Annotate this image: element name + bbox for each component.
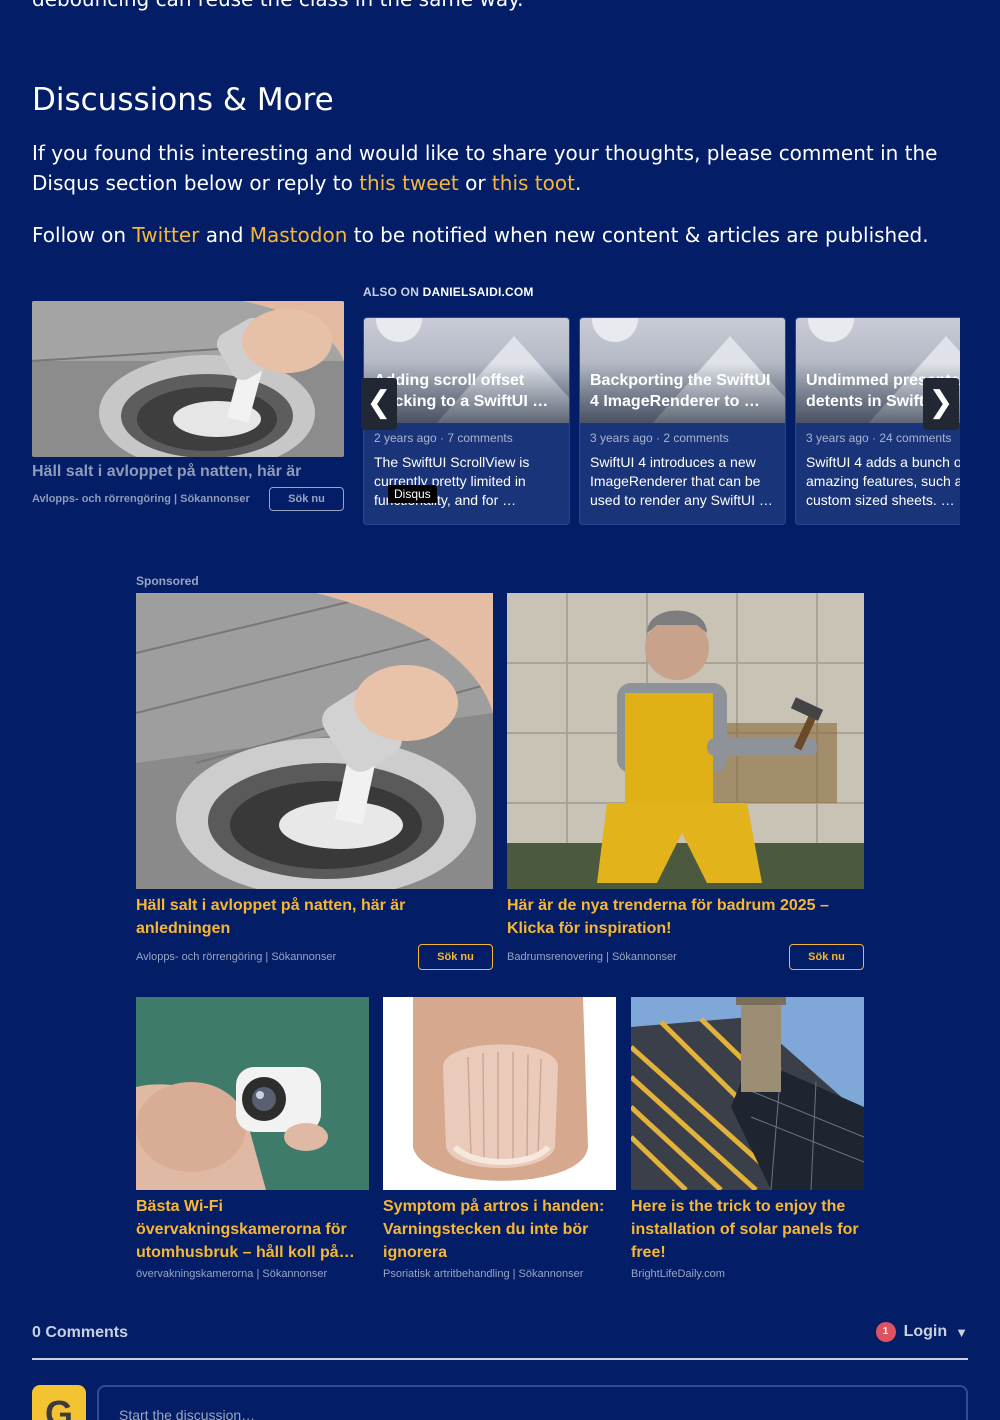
ad-source: Avlopps- och rörrengöring | Sökannonser: [32, 493, 250, 505]
login-menu[interactable]: 1 Login ▼: [875, 1322, 968, 1342]
toot-link[interactable]: this toot: [492, 171, 575, 195]
ad-image-drain-salt[interactable]: [32, 301, 344, 457]
paragraph-text: or: [458, 171, 492, 195]
comments-count: 0 Comments: [32, 1324, 129, 1341]
card-title[interactable]: Backporting the SwiftUI 4 ImageRenderer …: [590, 370, 777, 412]
comment-invite-paragraph: If you found this interesting and would …: [32, 138, 972, 198]
card-meta: 3 years ago · 2 comments: [590, 431, 729, 445]
card-description: SwiftUI 4 introduces a new ImageRenderer…: [590, 454, 773, 508]
sponsored-ad[interactable]: Symptom på artros i handen: Varningsteck…: [383, 997, 616, 1280]
ad-title[interactable]: Här är de nya trenderna för badrum 2025 …: [507, 894, 864, 940]
security-camera-illustration: [136, 997, 369, 1190]
card-title[interactable]: Adding scroll offset tracking to a Swift…: [374, 370, 561, 412]
ad-image-fingernail[interactable]: [383, 997, 616, 1190]
paragraph-text: .: [574, 171, 582, 195]
search-now-button[interactable]: Sök nu: [418, 944, 493, 970]
carousel-prev-button[interactable]: ❮: [361, 378, 397, 430]
section-title: Discussions & More: [32, 82, 334, 118]
mastodon-link[interactable]: Mastodon: [250, 223, 348, 247]
also-on-label: ALSO ON DANIELSAIDI.COM: [363, 285, 534, 299]
disqus-tooltip: Disqus: [388, 485, 437, 503]
notification-badge[interactable]: 1: [875, 1322, 896, 1342]
follow-paragraph: Follow on Twitter and Mastodon to be not…: [32, 220, 972, 250]
carousel-next-button[interactable]: ❯: [923, 378, 959, 430]
tweet-link[interactable]: this tweet: [359, 171, 459, 195]
also-on-prefix: ALSO ON: [363, 285, 423, 299]
ad-source: Badrumsrenovering | Sökannonser: [507, 951, 677, 963]
search-now-button[interactable]: Sök nu: [789, 944, 864, 970]
ad-source: övervakningskamerorna | Sökannonser: [136, 1268, 328, 1280]
search-now-button[interactable]: Sök nu: [269, 487, 344, 511]
recommendation-carousel: Adding scroll offset tracking to a Swift…: [363, 317, 960, 525]
card-description: SwiftUI 4 adds a bunch of amazing featur…: [806, 454, 960, 508]
chevron-down-icon[interactable]: ▼: [955, 1325, 968, 1340]
ad-title[interactable]: Häll salt i avloppet på natten, här är: [32, 463, 344, 481]
ad-title[interactable]: Bästa Wi-Fi övervakningskamerorna för ut…: [136, 1195, 369, 1264]
fingernail-illustration: [383, 997, 616, 1190]
recommendation-ad[interactable]: Häll salt i avloppet på natten, här är A…: [32, 301, 344, 511]
bathroom-renovation-illustration: [507, 593, 864, 889]
ad-image-bathroom-renovation[interactable]: [507, 593, 864, 889]
drain-salt-illustration: [136, 593, 493, 889]
solar-roof-illustration: [631, 997, 864, 1190]
drain-salt-illustration: [32, 301, 344, 457]
ad-image-solar-roof[interactable]: [631, 997, 864, 1190]
article-text-fragment: debouncing can reuse the class in the sa…: [32, 0, 523, 10]
sponsored-ad[interactable]: Här är de nya trenderna för badrum 2025 …: [507, 593, 864, 970]
ad-title[interactable]: Symptom på artros i handen: Varningsteck…: [383, 1195, 616, 1264]
ad-source: Psoriatisk artritbehandling | Sökannonse…: [383, 1268, 584, 1280]
ad-title[interactable]: Here is the trick to enjoy the installat…: [631, 1195, 864, 1264]
sponsored-label: Sponsored: [136, 574, 199, 588]
avatar: G: [32, 1385, 86, 1420]
login-label[interactable]: Login: [904, 1323, 948, 1341]
sponsored-ad[interactable]: Bästa Wi-Fi övervakningskamerorna för ut…: [136, 997, 369, 1280]
sponsored-ad[interactable]: Häll salt i avloppet på natten, här är a…: [136, 593, 493, 970]
also-on-site[interactable]: DANIELSAIDI.COM: [423, 285, 534, 299]
ad-image-security-camera[interactable]: [136, 997, 369, 1190]
ad-image-drain-salt[interactable]: [136, 593, 493, 889]
paragraph-text: and: [199, 223, 250, 247]
ad-source: BrightLifeDaily.com: [631, 1268, 725, 1280]
ad-title[interactable]: Häll salt i avloppet på natten, här är a…: [136, 894, 493, 940]
paragraph-text: Follow on: [32, 223, 133, 247]
paragraph-text: to be notified when new content & articl…: [347, 223, 929, 247]
recommendation-card[interactable]: Backporting the SwiftUI 4 ImageRenderer …: [579, 317, 786, 525]
discussion-input[interactable]: Start the discussion…: [97, 1385, 968, 1420]
ad-source: Avlopps- och rörrengöring | Sökannonser: [136, 951, 337, 963]
sponsored-ad[interactable]: Here is the trick to enjoy the installat…: [631, 997, 864, 1280]
twitter-link[interactable]: Twitter: [132, 223, 199, 247]
comments-header: 0 Comments 1 Login ▼: [32, 1320, 968, 1360]
